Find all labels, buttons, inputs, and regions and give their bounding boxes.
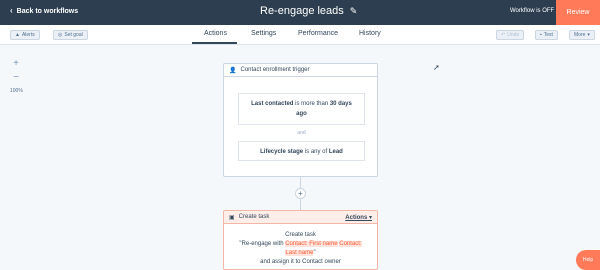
token-contact: Contact: [339, 241, 362, 247]
top-bar: ‹ Back to workflows Re-engage leads ✎ Wo… [0, 0, 600, 25]
test-icon: ▪ [540, 32, 542, 38]
alerts-label: Alerts [21, 32, 35, 38]
mouse-cursor-icon: ➚ [433, 63, 440, 72]
task-name-prefix: "Re-engage with [239, 241, 286, 247]
review-button[interactable]: Review [556, 0, 600, 25]
create-task-card[interactable]: ▣ Create task Actions ▾ Create task "Re-… [223, 210, 378, 270]
chevron-down-icon: ▾ [587, 32, 590, 38]
action-title: Create task [238, 214, 270, 220]
connector-line [300, 199, 301, 210]
task-line-2: "Re-engage with Contact: First name Cont… [224, 240, 377, 249]
criterion-operator: is more than [293, 101, 330, 107]
token-last-name: Last name [285, 250, 314, 256]
tab-actions[interactable]: Actions [204, 30, 227, 37]
trigger-card-header: 👤 Contact enrollment trigger [224, 64, 377, 77]
criterion-value-suffix: ago [296, 111, 307, 117]
zoom-level: 100% [10, 88, 23, 94]
action-card-header: ▣ Create task Actions ▾ [224, 211, 377, 224]
pencil-icon[interactable]: ✎ [350, 6, 358, 17]
goal-icon: ◎ [58, 32, 63, 38]
actions-menu[interactable]: Actions ▾ [345, 214, 372, 221]
workflow-status: Workflow is OFF [510, 8, 555, 14]
criterion-lifecycle-stage[interactable]: Lifecycle stage is any of Lead [238, 141, 365, 161]
bell-icon: ▲ [15, 32, 20, 38]
task-name-suffix: " [313, 250, 316, 256]
tab-history[interactable]: History [359, 30, 381, 37]
task-line-4: and assign it to Contact owner [260, 259, 341, 265]
criterion-property: Lifecycle stage [260, 149, 304, 155]
trigger-title: Contact enrollment trigger [240, 67, 310, 73]
zoom-out-button[interactable]: − [10, 71, 22, 83]
workflow-title-text: Re-engage leads [260, 5, 344, 17]
actions-menu-label: Actions [345, 214, 368, 221]
tab-settings[interactable]: Settings [251, 30, 276, 37]
set-goal-label: Set goal [64, 32, 83, 38]
criterion-value: 30 days [329, 101, 352, 107]
back-label: Back to workflows [16, 7, 79, 15]
tab-performance[interactable]: Performance [298, 30, 338, 37]
criterion-property: Last contacted [251, 101, 294, 107]
connector-line [300, 177, 301, 188]
zoom-in-button[interactable]: + [10, 57, 22, 69]
active-tab-indicator [192, 42, 237, 44]
task-line-3: Last name" [224, 249, 377, 258]
more-label: More [574, 32, 586, 38]
undo-icon: ↶ [501, 32, 506, 38]
undo-label: Undo [507, 32, 520, 38]
and-separator: and [297, 130, 306, 136]
chevron-down-icon: ▾ [368, 214, 372, 221]
criterion-last-contacted[interactable]: Last contacted is more than 30 days ago [238, 93, 365, 125]
task-description: Create task "Re-engage with Contact: Fir… [224, 224, 377, 267]
back-to-workflows-link[interactable]: ‹ Back to workflows [10, 7, 78, 15]
chevron-left-icon: ‹ [10, 6, 13, 15]
test-button[interactable]: ▪ Test [535, 30, 558, 40]
token-first-name: Contact: First name [285, 241, 338, 247]
undo-button[interactable]: ↶ Undo [496, 30, 525, 40]
criterion-value: Lead [328, 149, 343, 155]
add-step-button[interactable]: + [295, 188, 306, 199]
enrollment-trigger-card[interactable]: 👤 Contact enrollment trigger Last contac… [223, 63, 378, 177]
test-label: Test [543, 32, 553, 38]
task-icon: ▣ [229, 214, 235, 221]
more-dropdown[interactable]: More ▾ [569, 30, 595, 40]
criterion-operator: is any of [303, 149, 329, 155]
help-button[interactable]: Help [576, 250, 600, 270]
workflow-title: Re-engage leads ✎ [260, 5, 357, 17]
set-goal-button[interactable]: ◎ Set goal [53, 30, 88, 40]
alerts-button[interactable]: ▲ Alerts [10, 30, 40, 40]
toolbar: ▲ Alerts ◎ Set goal Actions Settings Per… [0, 25, 600, 45]
contact-icon: 👤 [229, 67, 237, 74]
task-line-1: Create task [285, 232, 316, 238]
